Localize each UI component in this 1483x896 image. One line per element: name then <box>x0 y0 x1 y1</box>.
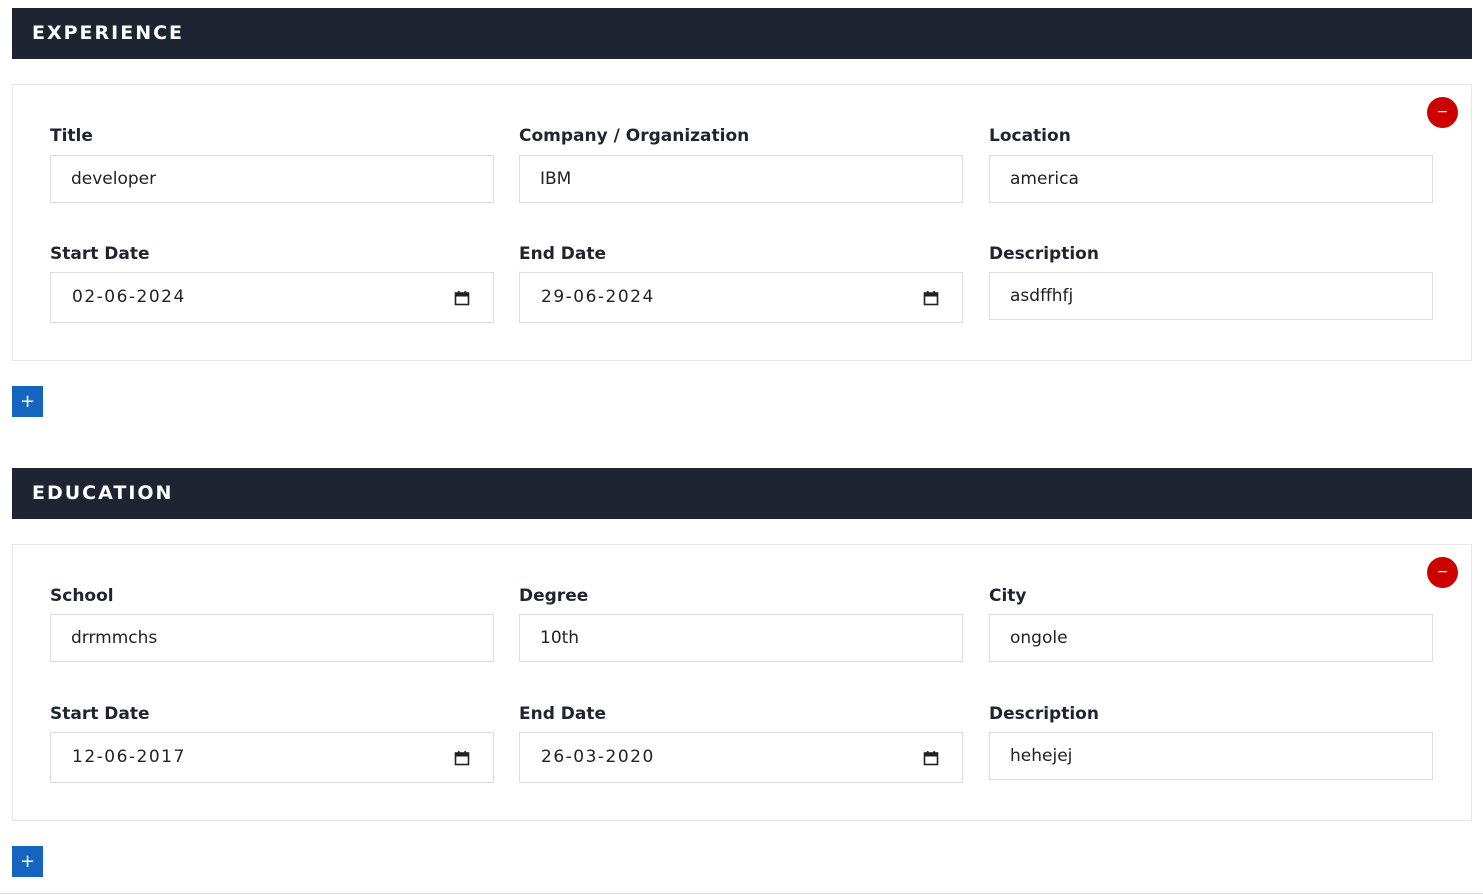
exp-end-date-field: End Date 29-06-2024 <box>519 243 963 323</box>
exp-end-date-input[interactable]: 29-06-2024 <box>519 272 963 323</box>
calendar-icon[interactable] <box>923 290 939 306</box>
city-label: City <box>989 586 1027 606</box>
edu-description-input[interactable]: hehejej <box>989 732 1433 780</box>
exp-end-date-value: 29-06-2024 <box>541 287 655 307</box>
degree-field: Degree 10th <box>519 585 963 662</box>
remove-education-button[interactable]: − <box>1427 557 1458 588</box>
exp-start-date-input[interactable]: 02-06-2024 <box>50 272 494 323</box>
title-input[interactable]: developer <box>50 155 494 203</box>
school-field: School drrmmchs <box>50 585 494 662</box>
company-label: Company / Organization <box>519 126 750 146</box>
education-card: − School drrmmchs Degree 10th City ongol… <box>12 544 1472 821</box>
calendar-icon[interactable] <box>454 290 470 306</box>
exp-description-label: Description <box>989 244 1099 264</box>
exp-start-date-field: Start Date 02-06-2024 <box>50 243 494 323</box>
add-experience-button[interactable]: + <box>12 386 43 417</box>
exp-start-date-label: Start Date <box>50 244 150 264</box>
degree-input[interactable]: 10th <box>519 614 963 662</box>
school-label: School <box>50 586 114 606</box>
edu-start-date-label: Start Date <box>50 704 150 724</box>
education-heading: EDUCATION <box>12 468 1472 519</box>
school-input[interactable]: drrmmchs <box>50 614 494 662</box>
edu-description-field: Description hehejej <box>989 703 1433 780</box>
edu-end-date-value: 26-03-2020 <box>541 747 655 767</box>
edu-description-label: Description <box>989 704 1099 724</box>
calendar-icon[interactable] <box>923 750 939 766</box>
remove-experience-button[interactable]: − <box>1427 97 1458 128</box>
edu-start-date-value: 12-06-2017 <box>72 747 186 767</box>
calendar-icon[interactable] <box>454 750 470 766</box>
edu-start-date-input[interactable]: 12-06-2017 <box>50 732 494 783</box>
exp-end-date-label: End Date <box>519 244 607 264</box>
location-field: Location america <box>989 125 1433 203</box>
edu-start-date-field: Start Date 12-06-2017 <box>50 703 494 783</box>
exp-start-date-value: 02-06-2024 <box>72 287 186 307</box>
company-input[interactable]: IBM <box>519 155 963 203</box>
experience-card: − Title developer Company / Organization… <box>12 84 1472 361</box>
title-field: Title developer <box>50 125 494 203</box>
location-label: Location <box>989 126 1071 146</box>
edu-end-date-field: End Date 26-03-2020 <box>519 703 963 783</box>
location-input[interactable]: america <box>989 155 1433 203</box>
degree-label: Degree <box>519 586 589 606</box>
exp-description-input[interactable]: asdffhfj <box>989 272 1433 320</box>
company-field: Company / Organization IBM <box>519 125 963 203</box>
edu-end-date-label: End Date <box>519 704 607 724</box>
experience-heading: EXPERIENCE <box>12 8 1472 59</box>
add-education-button[interactable]: + <box>12 846 43 877</box>
city-input[interactable]: ongole <box>989 614 1433 662</box>
exp-description-field: Description asdffhfj <box>989 243 1433 320</box>
title-label: Title <box>50 126 93 146</box>
edu-end-date-input[interactable]: 26-03-2020 <box>519 732 963 783</box>
divider <box>0 893 1483 894</box>
city-field: City ongole <box>989 585 1433 662</box>
